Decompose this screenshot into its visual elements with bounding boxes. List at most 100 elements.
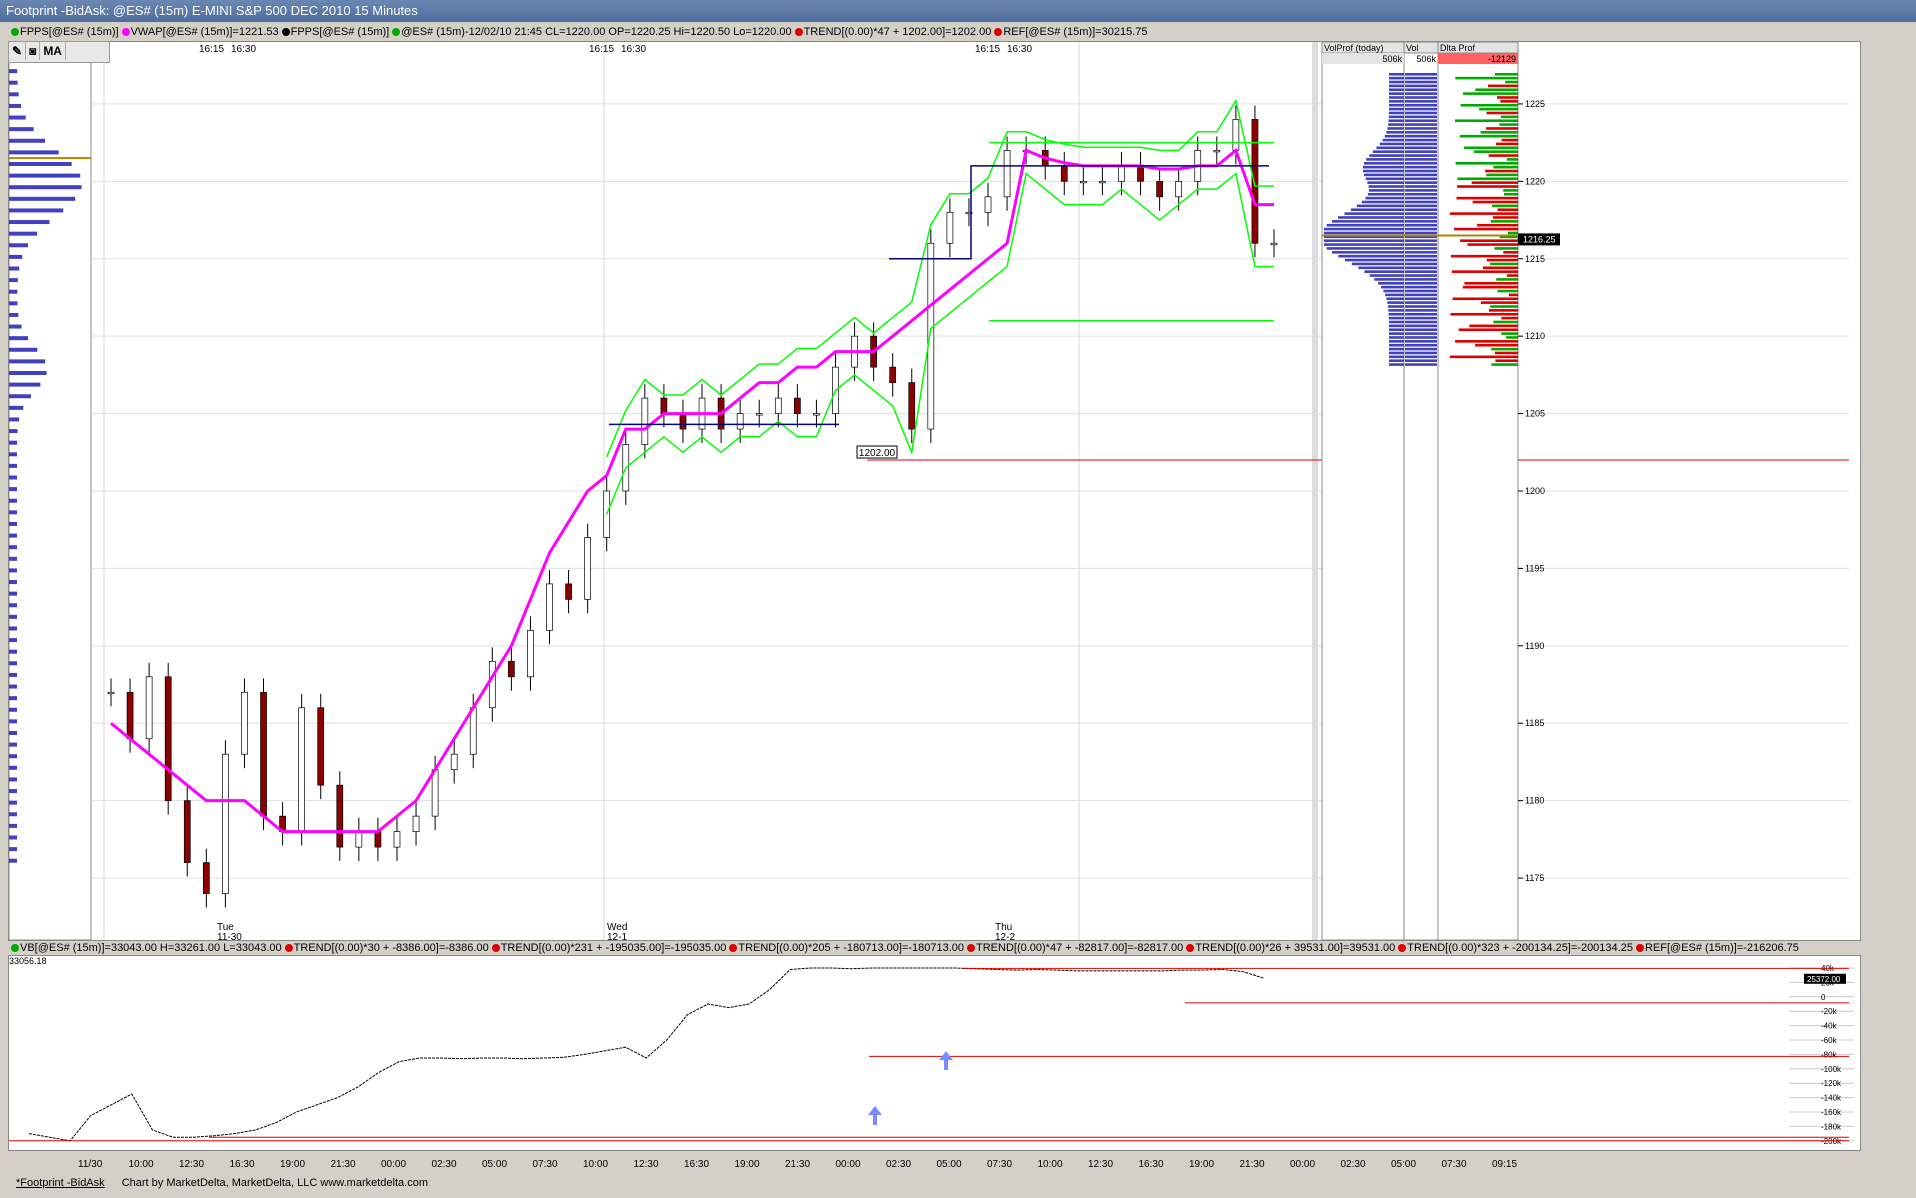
candle [145, 676, 153, 740]
profile-bar [9, 440, 18, 445]
sub-axis-label: 0 [1821, 993, 1826, 1002]
profile-bar [9, 672, 17, 677]
ma-button[interactable]: MA [40, 42, 66, 60]
vol-bar [1405, 270, 1437, 273]
price-chart-panel[interactable]: 2.02m16:1516:3016:1516:3016:1516:30Tue11… [8, 41, 1861, 941]
vol-bar [1405, 158, 1437, 161]
volprof-bar [1324, 239, 1404, 243]
volprof-bar [1389, 363, 1404, 366]
chart-toolbox[interactable]: ✎ ◙ MA [8, 41, 110, 63]
volprof-bar [1388, 115, 1404, 119]
delta-bar [1486, 258, 1518, 262]
volume-delta-panel[interactable]: 40k20k0-20k-40k-60k-80k-100k-120k-140k-1… [8, 955, 1861, 1151]
delta-bar [1480, 301, 1518, 304]
vol-bar [1405, 103, 1437, 107]
volprof-bar [1389, 76, 1404, 80]
volprof-bar [1365, 196, 1404, 200]
day-date-label: 12-2 [995, 932, 1015, 940]
candle [222, 753, 229, 894]
delta-bar [1457, 185, 1518, 188]
sub-axis-label: -20k [1821, 1007, 1838, 1016]
sub-indicator-label: TREND[(0.00)*323 + -200134.25]=-200134.2… [1407, 942, 1633, 954]
volprof-bar [1381, 285, 1404, 289]
volprof-bar [1345, 258, 1404, 262]
delta-bar [1495, 72, 1518, 76]
time-axis-label: 21:30 [330, 1159, 356, 1170]
candle [565, 583, 572, 600]
candle [660, 397, 668, 414]
vol-bar [1405, 177, 1437, 181]
profile-bar [9, 382, 41, 387]
vol-bar [1405, 146, 1437, 150]
delta-bar [1456, 196, 1518, 200]
volprof-value: 506k [1382, 54, 1402, 64]
candle [774, 397, 782, 414]
volume-delta-chart[interactable]: 40k20k0-20k-40k-60k-80k-100k-120k-140k-1… [9, 956, 1860, 1150]
vol-bar [1405, 343, 1437, 347]
candle [1213, 150, 1221, 153]
profile-bar [9, 371, 47, 376]
vol-bar [1405, 72, 1437, 76]
candle [431, 769, 439, 817]
vol-bar [1405, 185, 1437, 188]
price-chart[interactable]: 2.02m16:1516:3016:1516:3016:1516:30Tue11… [9, 42, 1860, 940]
signal-arrow-icon [868, 1106, 882, 1125]
profile-bar [9, 231, 38, 236]
volprof-bar [1388, 316, 1404, 320]
time-axis-label: 05:00 [482, 1159, 508, 1170]
vol-bar [1405, 305, 1437, 308]
delta-bar [1473, 150, 1518, 153]
delta-bar [1501, 138, 1518, 142]
price-axis-label: 1220 [1525, 176, 1545, 186]
indicator-status-icon [281, 28, 290, 36]
delta-bar [1460, 239, 1518, 243]
volprof-bar [1389, 72, 1404, 76]
volprof-bar [1378, 281, 1404, 285]
price-axis-label: 1200 [1525, 486, 1545, 496]
delta-bar [1494, 351, 1518, 355]
profile-bar [9, 487, 18, 492]
volprof-bar [1388, 355, 1404, 359]
delta-bar [1452, 297, 1518, 301]
vol-bar [1405, 88, 1437, 92]
volprof-bar [1387, 305, 1404, 308]
camera-icon[interactable]: ◙ [26, 42, 41, 60]
vol-bar [1405, 165, 1437, 169]
vol-bar [1405, 223, 1437, 227]
delta-bar [1495, 142, 1518, 146]
sub-indicator-status-icon [11, 944, 19, 952]
vol-bar [1405, 115, 1437, 119]
candle [736, 413, 744, 430]
volprof-bar [1379, 142, 1404, 146]
draw-tool-icon[interactable]: ✎ [9, 42, 27, 60]
profile-bar [9, 800, 17, 805]
profile-bar [9, 278, 18, 283]
delta-bar [1490, 305, 1518, 308]
sub-indicator-status-icon [284, 944, 293, 952]
volprof-bar [1324, 243, 1404, 246]
delta-bar [1455, 119, 1518, 123]
profile-bar [9, 603, 17, 608]
profile-bar [9, 266, 20, 271]
sub-indicator-status-icon [967, 944, 975, 952]
profile-bar [9, 196, 76, 201]
profile-bar [9, 719, 17, 724]
candle [584, 537, 591, 600]
vol-panel [1403, 42, 1439, 940]
volprof-bar [1388, 96, 1404, 99]
delta-bar [1455, 76, 1518, 80]
profile-bar [9, 614, 17, 619]
volprof-bar [1388, 332, 1404, 335]
profile-bar [9, 545, 17, 550]
candle [1232, 119, 1240, 151]
volprof-bar [1388, 309, 1404, 312]
candle [336, 784, 344, 848]
price-axis-label: 1210 [1525, 331, 1545, 341]
profile-bar [9, 463, 18, 468]
profile-bar [9, 777, 17, 782]
chart-tab[interactable]: *Footprint -BidAsk [16, 1177, 105, 1189]
profile-bar [9, 324, 22, 329]
time-axis-label: 09:15 [1492, 1159, 1518, 1170]
delta-bar [1492, 216, 1518, 219]
vol-bar [1405, 196, 1437, 200]
